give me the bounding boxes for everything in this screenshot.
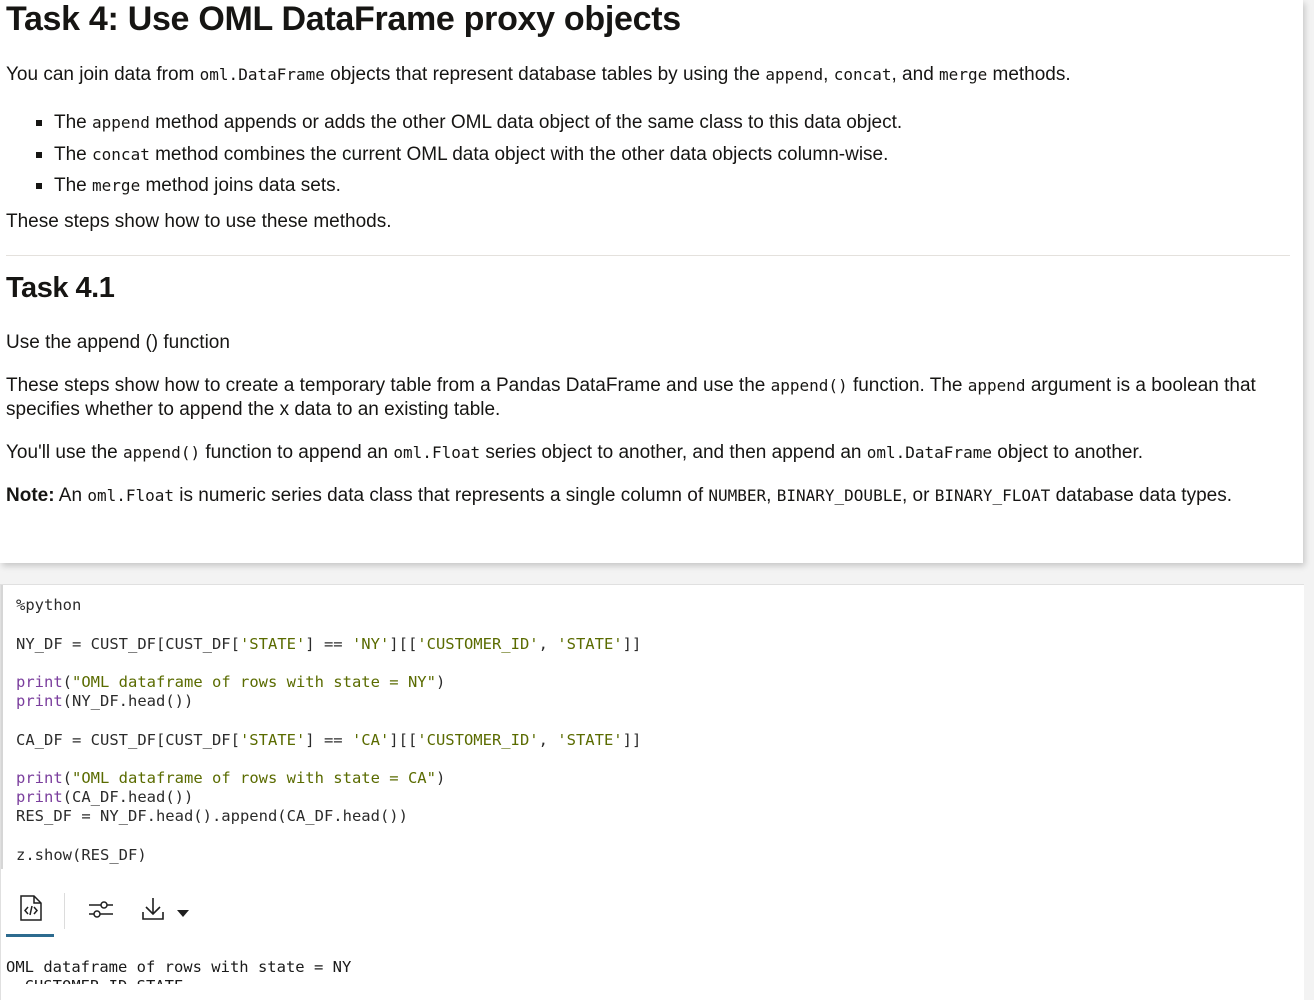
- method-list: The append method appends or adds the ot…: [0, 111, 902, 206]
- code-line-ny-filter: NY_DF = CUST_DF[CUST_DF['STATE'] == 'NY'…: [16, 635, 642, 653]
- toolbar-divider: [64, 893, 65, 929]
- code-line-append: RES_DF = NY_DF.head().append(CA_DF.head(…: [16, 807, 408, 825]
- task-title: Task 4: Use OML DataFrame proxy objects: [6, 0, 681, 38]
- steps-text: These steps show how to use these method…: [6, 211, 392, 232]
- active-tab-indicator: [6, 934, 54, 937]
- code-line-show: z.show(RES_DF): [16, 846, 147, 864]
- subtask-title: Task 4.1: [6, 272, 115, 304]
- output-line: OML dataframe of rows with state = NY: [6, 958, 352, 976]
- intro-text: You can join data from oml.DataFrame obj…: [6, 64, 1071, 85]
- append-usage: You'll use the append() function to appe…: [6, 442, 1144, 463]
- download-icon[interactable]: [140, 895, 166, 928]
- code-line-print-ny-head: print(NY_DF.head()): [16, 692, 194, 710]
- code-paragraph: %python NY_DF = CUST_DF[CUST_DF['STATE']…: [0, 584, 1304, 1000]
- code-file-icon[interactable]: [18, 893, 44, 928]
- append-description: These steps show how to create a tempora…: [6, 375, 1256, 420]
- list-item: The concat method combines the current O…: [35, 143, 902, 175]
- section-divider: [6, 255, 1290, 256]
- list-item: The append method appends or adds the ot…: [35, 111, 902, 143]
- output-line-partial: CUSTOMER_ID STATE: [6, 977, 184, 984]
- sliders-icon[interactable]: [87, 897, 115, 926]
- caret-down-icon[interactable]: [177, 905, 189, 923]
- code-line-print-ca-head: print(CA_DF.head()): [16, 788, 194, 806]
- markdown-paragraph: Task 4: Use OML DataFrame proxy objects …: [0, 0, 1303, 563]
- subtask-subtitle: Use the append () function: [6, 332, 230, 353]
- list-item: The merge method joins data sets.: [35, 174, 902, 206]
- note-text: Note: An oml.Float is numeric series dat…: [6, 485, 1232, 506]
- output-toolbar: [1, 885, 401, 939]
- code-line-print-ca-label: print("OML dataframe of rows with state …: [16, 769, 446, 787]
- code-editor[interactable]: %python NY_DF = CUST_DF[CUST_DF['STATE']…: [1, 585, 1306, 869]
- code-magic: %python: [16, 596, 82, 614]
- code-line-print-ny-label: print("OML dataframe of rows with state …: [16, 673, 446, 691]
- code-line-ca-filter: CA_DF = CUST_DF[CUST_DF['STATE'] == 'CA'…: [16, 731, 642, 749]
